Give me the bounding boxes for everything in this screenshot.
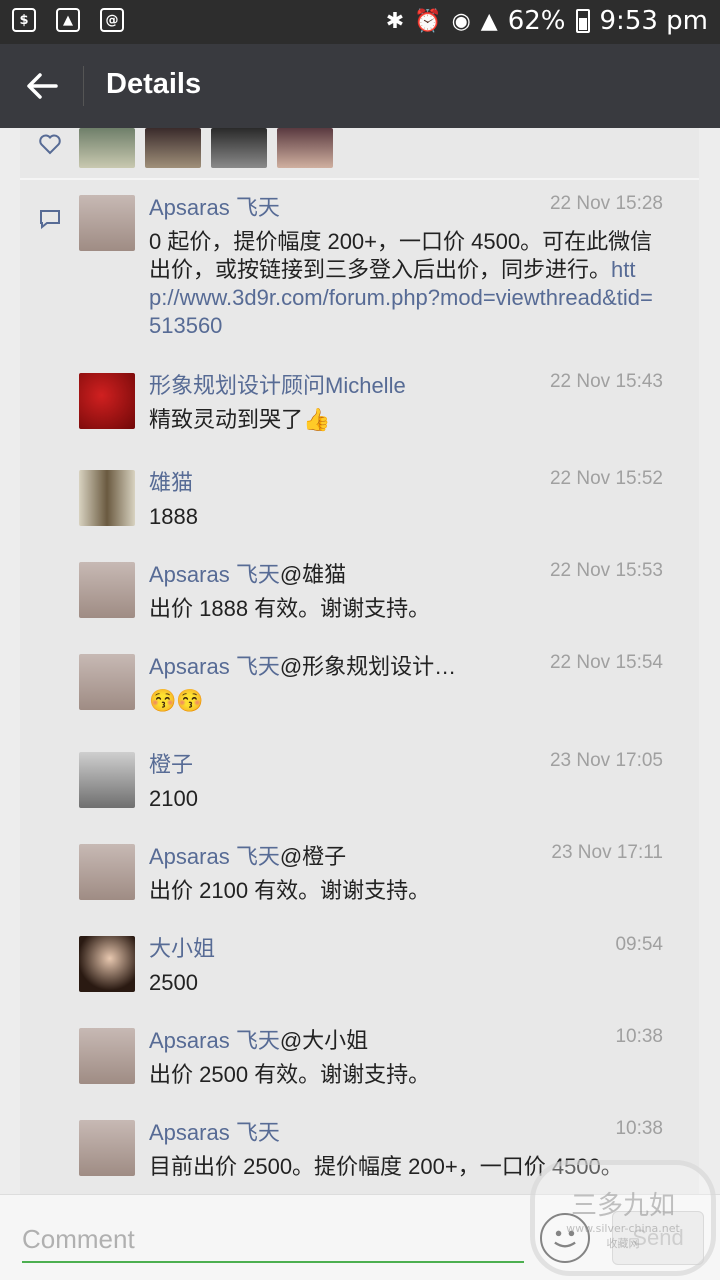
commenter-name[interactable]: Apsaras 飞天@大小姐 [149,1023,368,1055]
battery-icon [575,9,590,33]
watermark-url: www.silver-china.net [566,1222,680,1235]
comment-time: 10:38 [615,1118,663,1139]
details-content[interactable]: Apsaras 飞天 22 Nov 15:28 0 起价，提价幅度 200+，一… [0,128,720,1194]
avatar[interactable] [79,562,135,618]
comment-time: 22 Nov 15:28 [549,193,663,214]
avatar[interactable] [79,1120,135,1176]
commenter-name[interactable]: Apsaras 飞天@橙子 [149,839,346,871]
avatar[interactable] [79,195,135,251]
comment-text: 1888 [149,504,198,529]
comment-icon [40,210,60,230]
avatar[interactable] [79,373,135,429]
liker-avatar[interactable] [277,128,333,168]
signal-icon: ▲ [480,8,498,34]
commenter-name[interactable]: Apsaras 飞天 [149,190,280,222]
comment-time: 22 Nov 15:54 [549,652,663,673]
bluetooth-icon: ✱ [385,8,405,34]
appbar-divider [83,66,84,106]
watermark-logo: 三多九如 www.silver-china.net 收藏网 [530,1160,716,1276]
comment-text: 精致灵动到哭了👍 [149,407,331,432]
dollar-notification-icon: $ [12,8,36,32]
comments-list: Apsaras 飞天 22 Nov 15:28 0 起价，提价幅度 200+，一… [20,180,699,1194]
commenter-name[interactable]: 橙子 [149,747,193,779]
alarm-icon: ⏰ [414,8,442,34]
clock: 9:53 pm [599,6,708,36]
avatar[interactable] [79,1028,135,1084]
liker-avatar[interactable] [145,128,201,168]
commenter-name[interactable]: 雄猫 [149,465,193,497]
comment-time: 22 Nov 15:53 [549,560,663,581]
avatar[interactable] [79,654,135,710]
avatar[interactable] [79,752,135,808]
liker-avatar[interactable] [211,128,267,168]
comment-time: 22 Nov 15:52 [549,468,663,489]
comment-text: 出价 2500 有效。谢谢支持。 [149,1062,431,1087]
page-title: Details [106,68,202,100]
watermark-sub: 收藏网 [606,1237,640,1250]
back-arrow-icon[interactable] [22,66,62,106]
comment-time: 22 Nov 15:43 [549,371,663,392]
comment-time: 10:38 [615,1026,663,1047]
commenter-name[interactable]: Apsaras 飞天 [149,1115,280,1147]
avatar[interactable] [79,470,135,526]
watermark-title: 三多九如 [570,1191,675,1221]
comment-time: 09:54 [615,934,663,955]
comment-text: 😚😚 [149,688,204,713]
battery-percent: 62% [507,6,566,36]
comment-text: 2100 [149,786,198,811]
comment-text: 0 起价，提价幅度 200+，一口价 4500。可在此微信出价，或按链接到三多登… [149,229,653,338]
commenter-name[interactable]: Apsaras 飞天@形象规划设计… [149,649,456,681]
status-bar: $ ▲ @ ✱ ⏰ ◉ ▲ 62% 9:53 pm [0,0,720,44]
wifi-icon: ◉ [451,8,471,34]
heart-icon [39,134,61,155]
liker-avatar[interactable] [79,128,135,168]
avatar[interactable] [79,844,135,900]
commenter-name[interactable]: Apsaras 飞天@雄猫 [149,557,346,589]
app-bar: Details [0,44,720,128]
comment-time: 23 Nov 17:05 [549,750,663,771]
likes-row [20,128,699,178]
commenter-name[interactable]: 形象规划设计顾问Michelle [149,368,406,400]
image-notification-icon: ▲ [56,8,80,32]
comment-text: 出价 2100 有效。谢谢支持。 [149,878,431,903]
comment-text: 2500 [149,970,198,995]
email-notification-icon: @ [100,8,124,32]
avatar[interactable] [79,936,135,992]
commenter-name[interactable]: 大小姐 [149,931,215,963]
comment-text: 出价 1888 有效。谢谢支持。 [149,596,431,621]
comment-time: 23 Nov 17:11 [551,842,663,863]
comment-input[interactable] [22,1217,524,1263]
